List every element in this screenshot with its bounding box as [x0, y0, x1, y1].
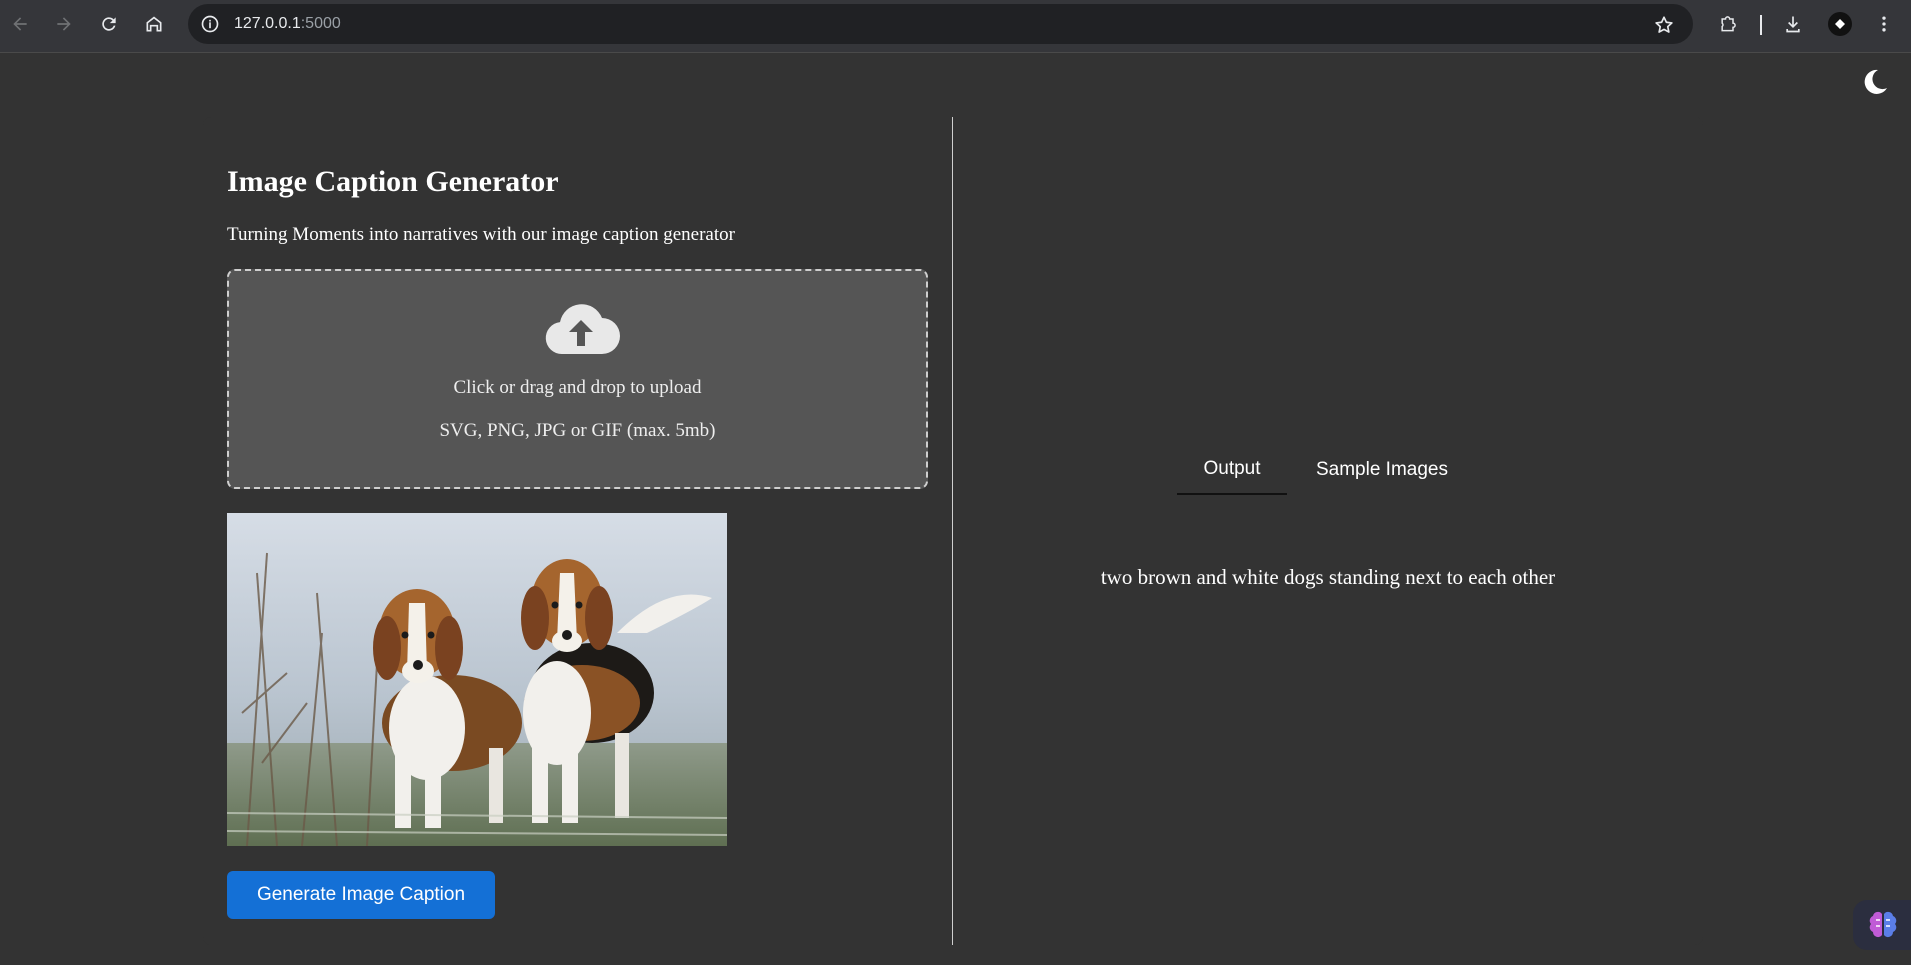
- browser-menu-button[interactable]: [1870, 10, 1898, 38]
- url-text[interactable]: 127.0.0.1:5000: [234, 15, 341, 33]
- url-host: 127.0.0.1: [234, 15, 301, 32]
- toolbar-divider: [1760, 15, 1762, 35]
- cloud-upload-icon: [545, 304, 620, 355]
- page-title: Image Caption Generator: [227, 165, 559, 198]
- home-button[interactable]: [140, 10, 168, 38]
- puzzle-icon: [1721, 16, 1736, 32]
- profile-avatar[interactable]: [1828, 12, 1852, 36]
- address-bar[interactable]: 127.0.0.1:5000: [188, 4, 1693, 44]
- info-icon[interactable]: [200, 14, 220, 34]
- more-vertical-icon: [1882, 16, 1886, 32]
- main-card: Image Caption Generator Turning Moments …: [203, 117, 1703, 945]
- url-port: :5000: [300, 15, 341, 32]
- browser-toolbar: 127.0.0.1:5000: [0, 0, 1911, 53]
- arrow-left-icon: [13, 17, 27, 31]
- forward-button[interactable]: [50, 10, 78, 38]
- input-panel: Image Caption Generator Turning Moments …: [203, 117, 952, 945]
- upload-instruction: Click or drag and drop to upload: [453, 377, 702, 398]
- moon-icon[interactable]: [1860, 67, 1890, 97]
- extensions-button[interactable]: [1714, 10, 1742, 38]
- tab-sample-images[interactable]: Sample Images: [1297, 445, 1467, 495]
- arrow-right-icon: [57, 17, 71, 31]
- reload-icon: [102, 17, 116, 31]
- back-button[interactable]: [6, 10, 34, 38]
- assistant-widget[interactable]: [1853, 900, 1911, 950]
- output-tabs: Output Sample Images: [1177, 445, 1477, 497]
- tab-output[interactable]: Output: [1177, 445, 1287, 495]
- home-icon: [146, 16, 162, 32]
- generate-caption-button[interactable]: Generate Image Caption: [227, 871, 495, 919]
- upload-formats: SVG, PNG, JPG or GIF (max. 5mb): [439, 420, 716, 441]
- page-subtitle: Turning Moments into narratives with our…: [227, 224, 735, 245]
- reload-button[interactable]: [95, 10, 123, 38]
- generated-caption: two brown and white dogs standing next t…: [1100, 565, 1556, 589]
- upload-dropzone[interactable]: Click or drag and drop to upload SVG, PN…: [227, 269, 928, 489]
- download-icon: [1786, 16, 1800, 33]
- downloads-button[interactable]: [1779, 10, 1807, 38]
- brain-icon: [1869, 911, 1897, 937]
- output-panel: Output Sample Images two brown and white…: [953, 117, 1703, 945]
- beagles-photo: [227, 513, 727, 846]
- bookmark-star-icon[interactable]: [1653, 14, 1675, 36]
- profile-logo-icon: [1835, 19, 1845, 29]
- uploaded-image-preview: [227, 513, 727, 846]
